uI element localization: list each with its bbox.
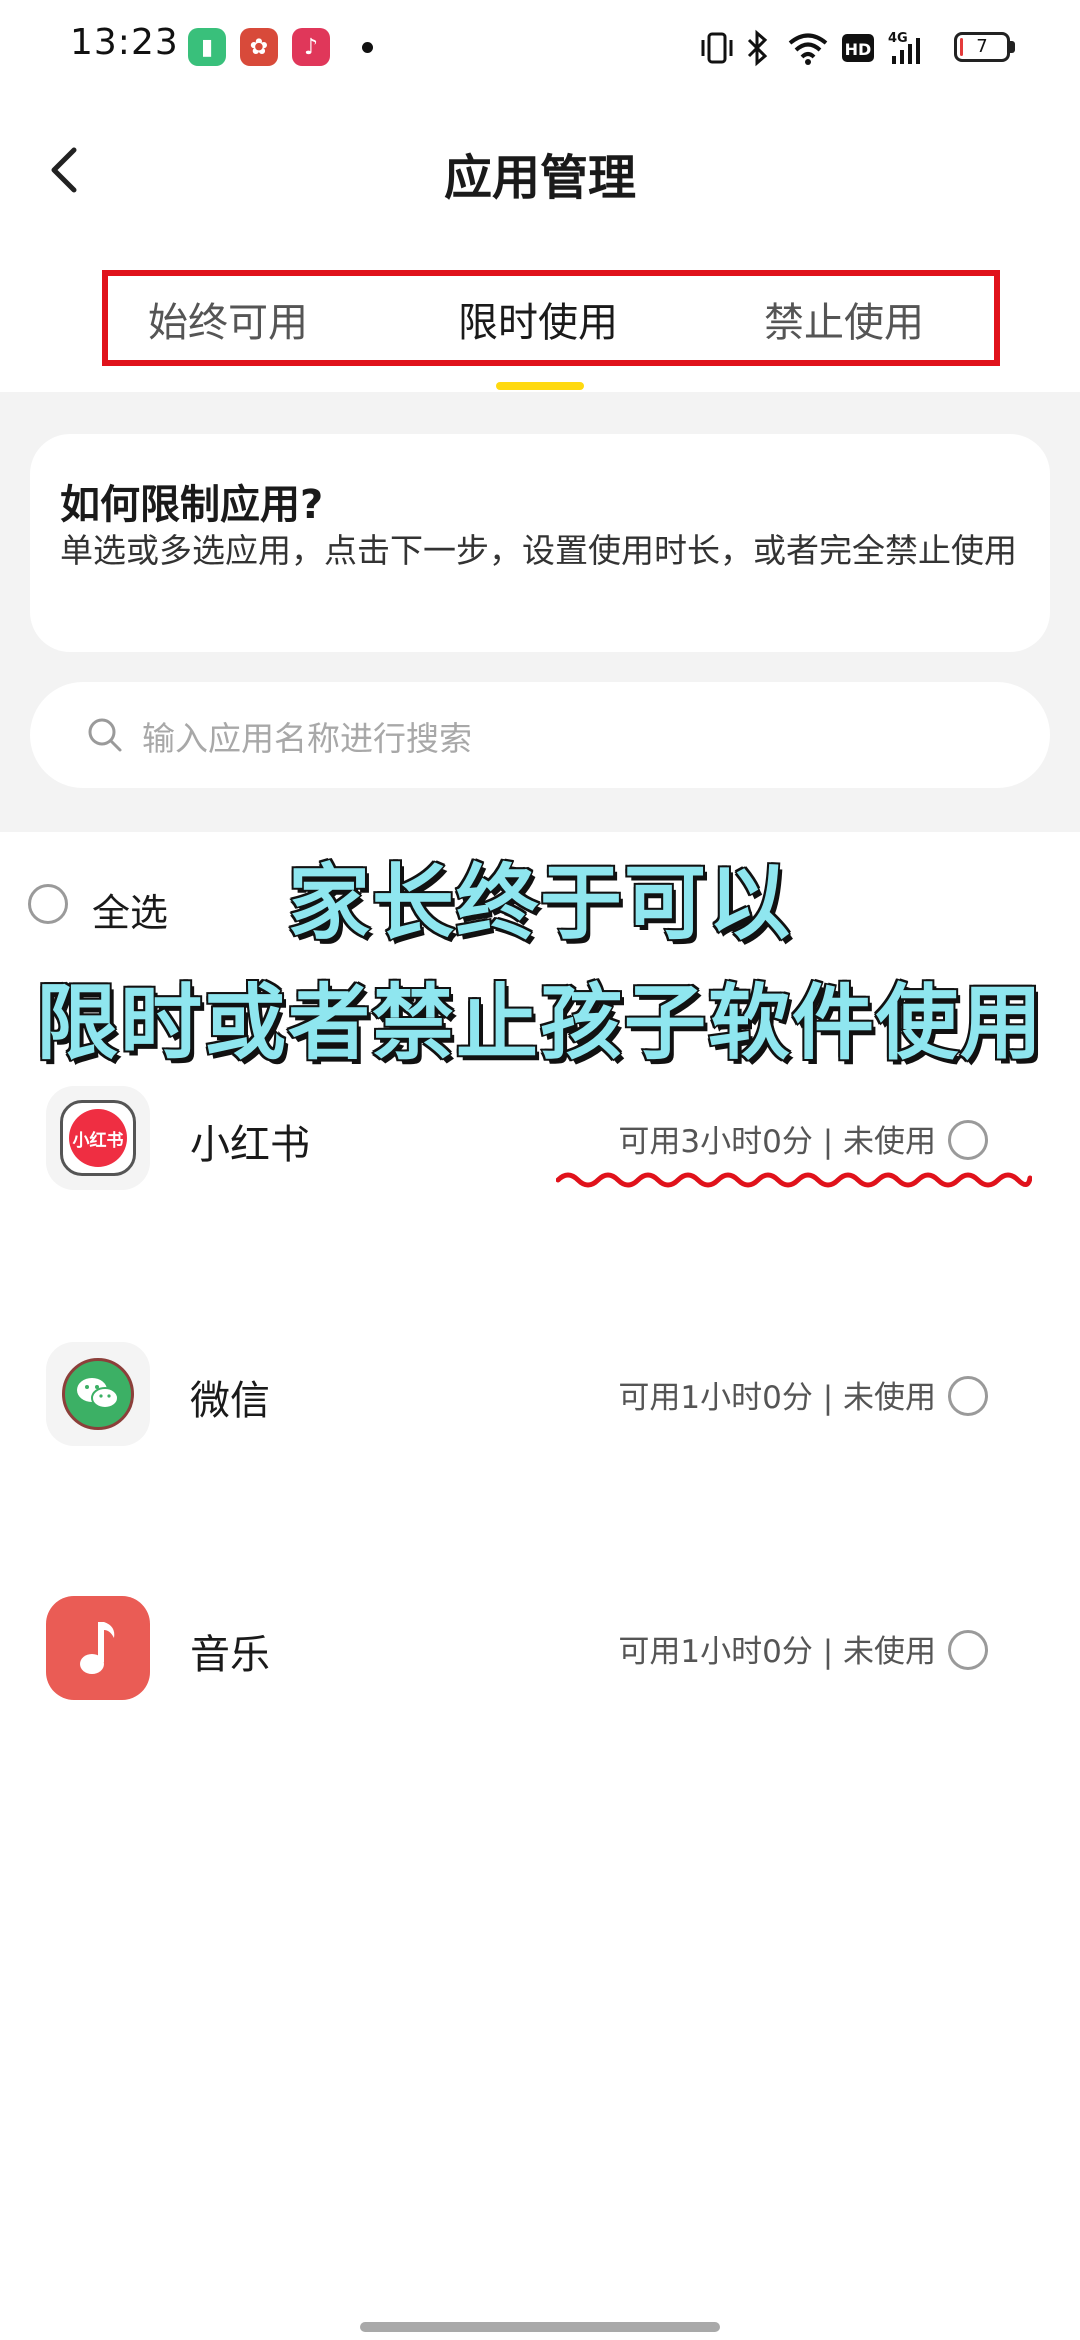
green-battery-app-icon: ▮ (188, 28, 226, 66)
music-app-icon (46, 1596, 150, 1700)
battery-tip (1010, 41, 1015, 53)
status-bar: 13:23 ▮ ✿ ♪ HD 4G 7 (0, 0, 1080, 96)
music-app-icon: ♪ (292, 28, 330, 66)
info-description: 单选或多选应用，点击下一步，设置使用时长，或者完全禁止使用 (60, 531, 1017, 570)
app-select-radio[interactable] (948, 1120, 988, 1160)
app-usage-status: 可用3小时0分 | 未使用 (618, 1124, 936, 1160)
search-icon (88, 718, 122, 752)
music-note-icon (80, 1622, 115, 1674)
red-app-icon: ✿ (240, 28, 278, 66)
app-select-radio[interactable] (948, 1376, 988, 1416)
app-row-wechat[interactable]: 微信 可用1小时0分 | 未使用 (0, 1322, 1080, 1472)
wechat-app-icon (46, 1342, 150, 1446)
tab-always-available[interactable]: 始终可用 (148, 290, 308, 348)
app-select-radio[interactable] (948, 1630, 988, 1670)
search-placeholder: 输入应用名称进行搜索 (142, 719, 472, 758)
active-tab-indicator (496, 382, 584, 390)
battery-icon: 7 (954, 32, 1010, 62)
wifi-icon (788, 33, 828, 65)
app-usage-status: 可用1小时0分 | 未使用 (618, 1634, 936, 1670)
xiaohongshu-logo: 小红书 (69, 1109, 127, 1167)
bluetooth-icon (747, 29, 768, 67)
app-row-xiaohongshu[interactable]: 小红书 小红书 可用3小时0分 | 未使用 (0, 1066, 1080, 1216)
app-row-music[interactable]: 音乐 可用1小时0分 | 未使用 (0, 1576, 1080, 1726)
info-title: 如何限制应用? (60, 482, 324, 528)
tab-forbidden[interactable]: 禁止使用 (764, 290, 924, 348)
overlay-caption-line1: 家长终于可以 (286, 855, 792, 953)
vibrate-icon (701, 32, 733, 64)
xiaohongshu-app-icon: 小红书 (46, 1086, 150, 1190)
tab-time-limited[interactable]: 限时使用 (458, 290, 618, 348)
svg-text:4G: 4G (888, 31, 908, 46)
info-card: 如何限制应用? 单选或多选应用，点击下一步，设置使用时长，或者完全禁止使用 (30, 434, 1050, 652)
home-indicator[interactable] (360, 2322, 720, 2332)
app-name: 小红书 (190, 1122, 310, 1168)
app-name: 音乐 (190, 1632, 270, 1678)
battery-level: 7 (976, 36, 988, 57)
wechat-logo-icon (77, 1378, 119, 1409)
search-input[interactable]: 输入应用名称进行搜索 (30, 682, 1050, 788)
app-name: 微信 (190, 1378, 270, 1424)
4g-signal-icon: 4G (888, 31, 920, 64)
overlay-caption-line2: 限时或者禁止孩子软件使用 (34, 975, 1044, 1073)
hd-icon: HD (842, 34, 874, 62)
svg-text:HD: HD (845, 40, 872, 59)
notification-dot (362, 42, 373, 53)
status-time: 13:23 (70, 22, 179, 63)
red-underline-annotation (556, 1172, 1032, 1188)
app-usage-status: 可用1小时0分 | 未使用 (618, 1380, 936, 1416)
page-title: 应用管理 (443, 150, 636, 206)
